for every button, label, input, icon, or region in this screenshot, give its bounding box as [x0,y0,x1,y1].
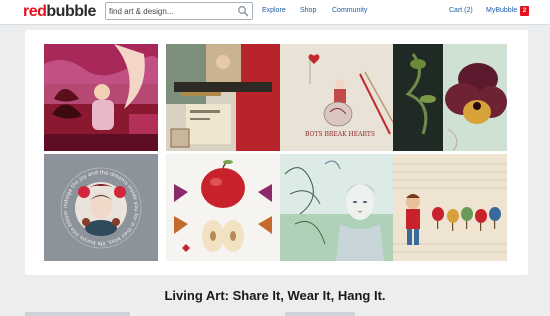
artwork-grid: BOTS BREAK HEARTS indulge the joy and th… [44,44,507,261]
boy-with-birds-image [393,154,507,261]
circle-portrait-image: indulge the joy and the dreams inside yo… [44,154,158,261]
logo-bubble-text: bubble [46,3,96,20]
apple-butterflies-image [166,154,280,261]
cart-link[interactable]: Cart (2) [449,7,473,14]
artwork-bots-break-hearts[interactable]: BOTS BREAK HEARTS [280,44,394,151]
artwork-apple-butterflies[interactable] [166,154,280,261]
nav-shop-link[interactable]: Shop [300,7,316,14]
next-row-preview-right [285,312,355,316]
top-navigation-bar: redbubble Explore Shop Community Cart (2… [0,0,550,25]
mybubble-link[interactable]: MyBubble [486,7,517,14]
bots-break-hearts-image: BOTS BREAK HEARTS [280,44,394,151]
artwork-moon-girl[interactable] [44,44,158,151]
redbubble-logo[interactable]: redbubble [23,3,96,21]
logo-red-text: red [23,3,47,20]
nav-explore-link[interactable]: Explore [262,7,286,14]
artwork-watercolor-face[interactable] [280,154,394,261]
next-row-preview-left [25,312,130,316]
bots-caption: BOTS BREAK HEARTS [305,131,375,138]
artwork-pansy-flower[interactable] [393,44,507,151]
notification-count-badge[interactable]: 2 [520,6,529,16]
artwork-circle-portrait[interactable]: indulge the joy and the dreams inside yo… [44,154,158,261]
nav-community-link[interactable]: Community [332,7,367,14]
page-headline: Living Art: Share It, Wear It, Hang It. [164,288,386,303]
watercolor-face-image [280,154,394,261]
pansy-flower-image [393,44,507,151]
artwork-helicopter-collage[interactable] [166,44,280,151]
search-input[interactable] [109,4,235,18]
helicopter-collage-image [166,44,280,151]
search-box [105,2,253,20]
search-icon[interactable] [237,5,249,17]
artwork-boy-with-birds[interactable] [393,154,507,261]
moon-girl-image [44,44,158,151]
